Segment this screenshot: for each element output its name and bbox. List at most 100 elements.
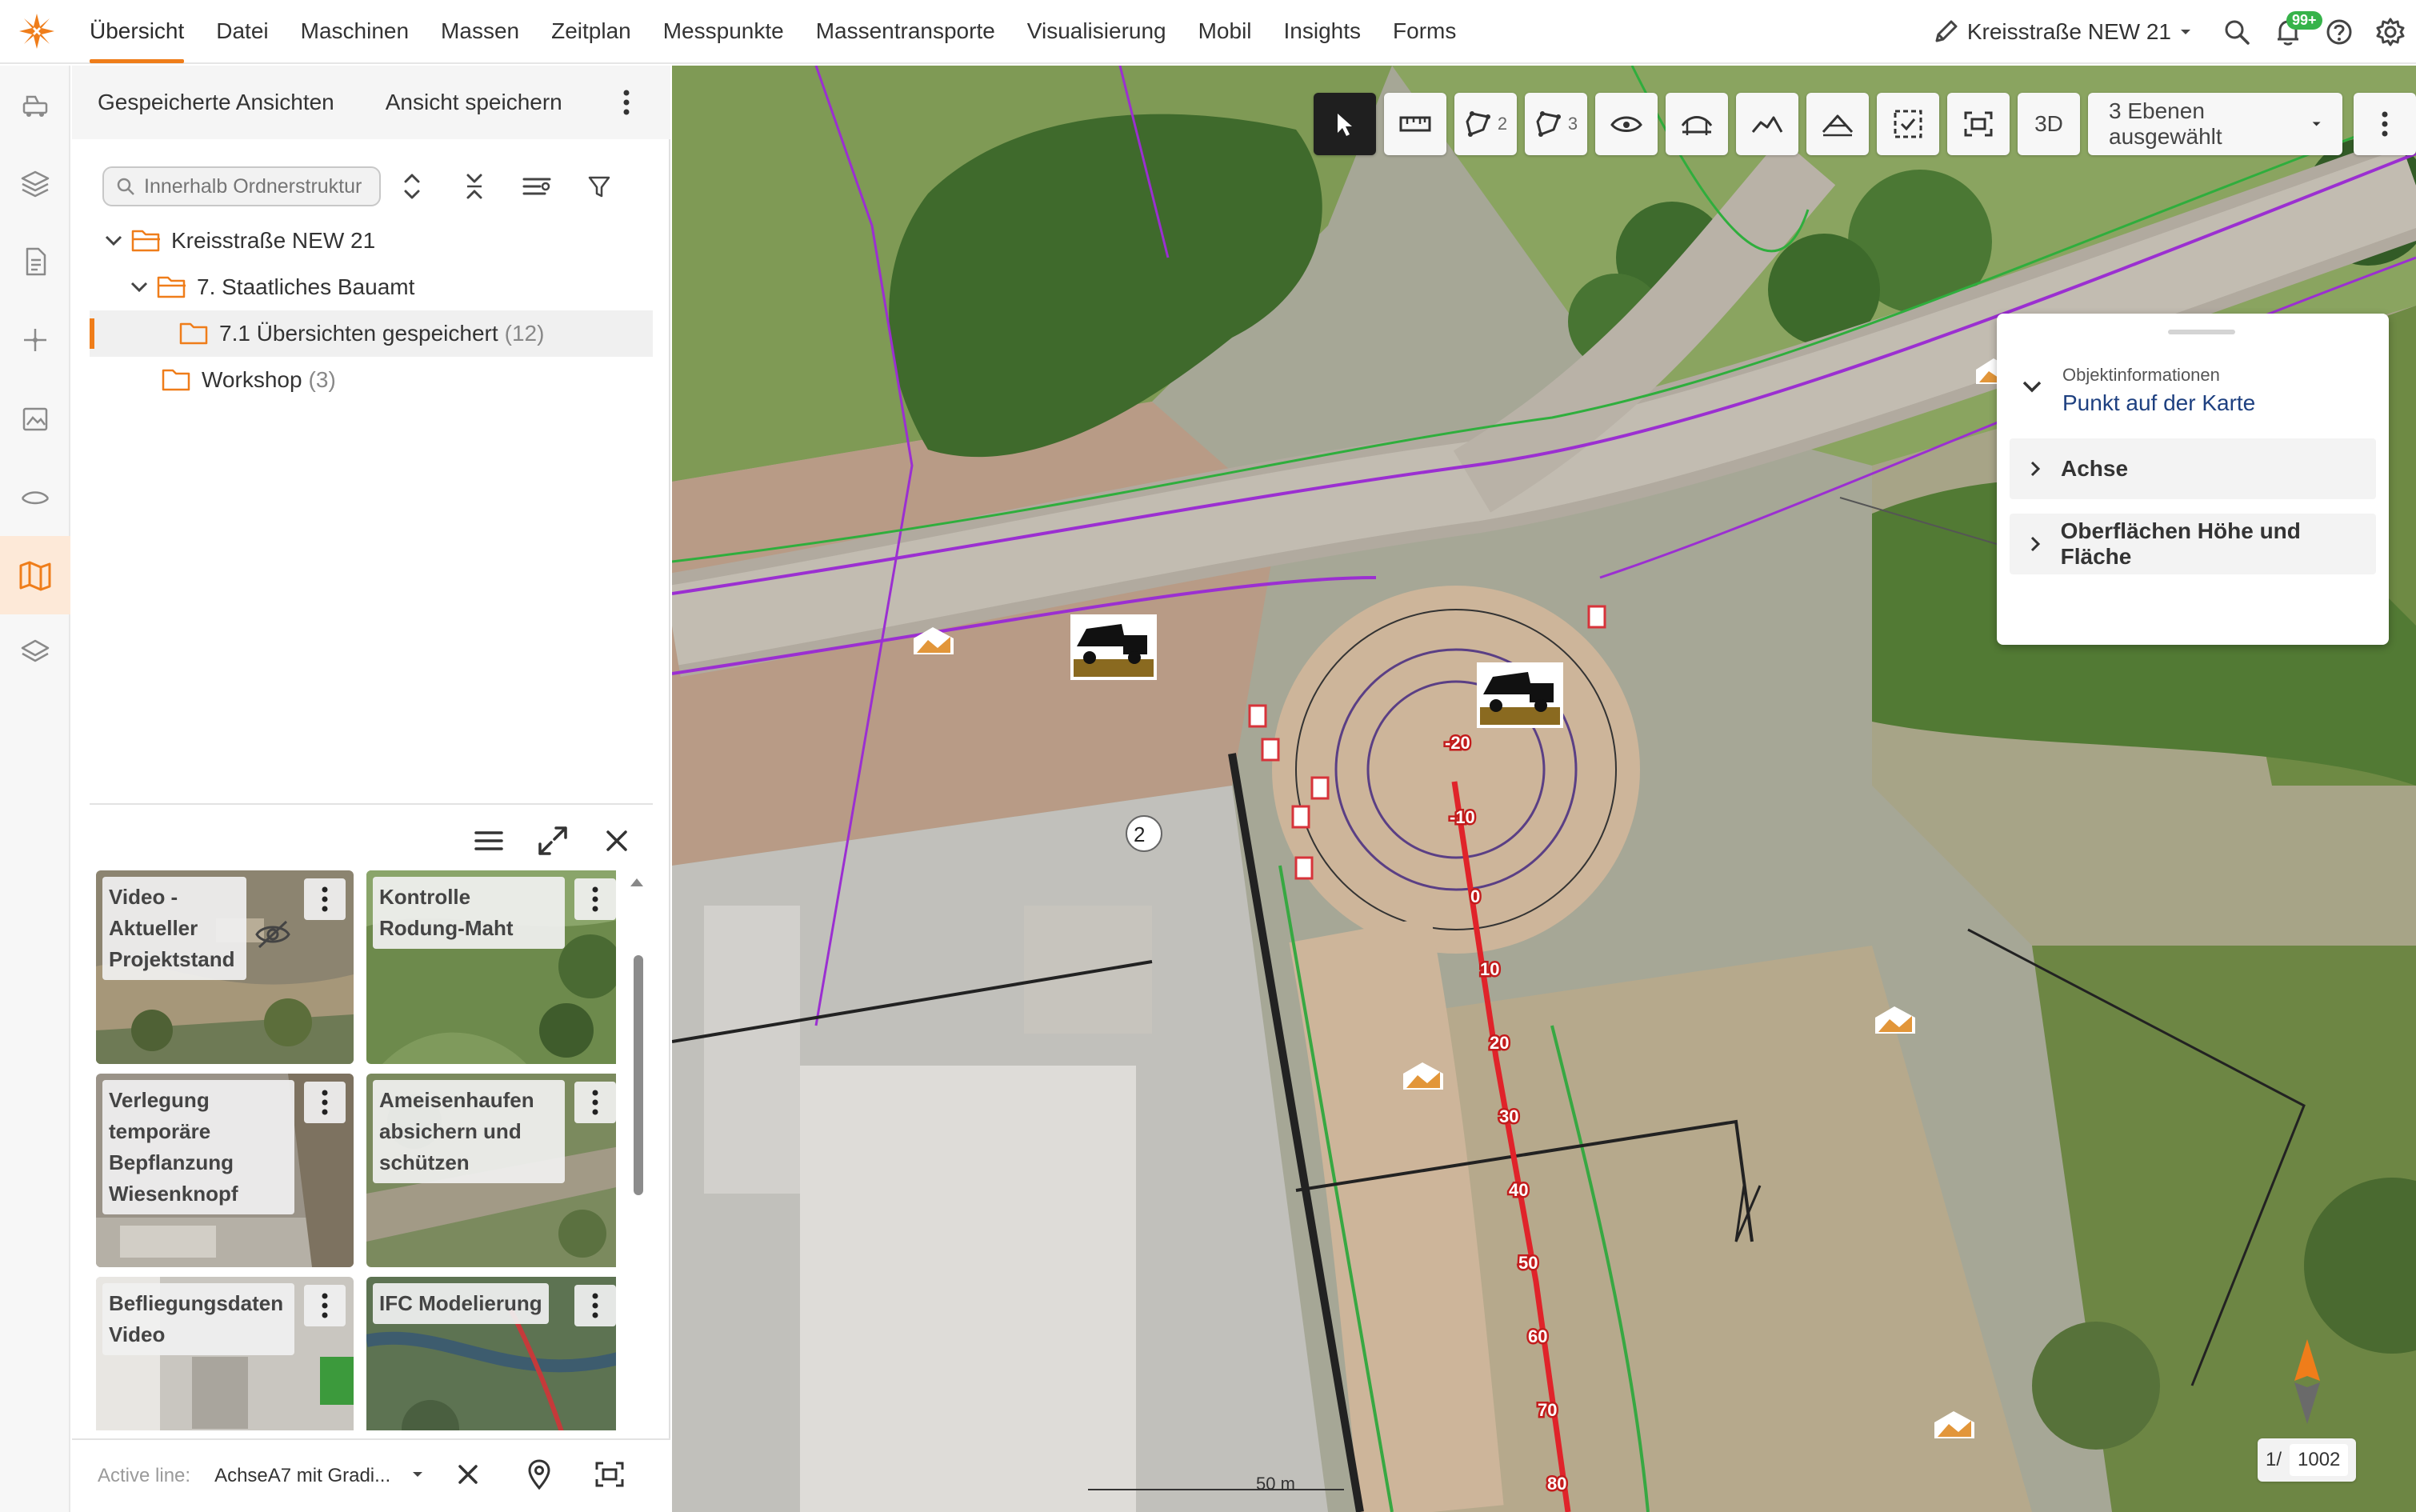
- elevation-button[interactable]: [1806, 93, 1869, 155]
- layers-icon[interactable]: [0, 144, 70, 222]
- chevron-right-icon: [2010, 535, 2061, 553]
- search-input[interactable]: [144, 174, 368, 198]
- card-title: Verlegung temporäre Bepflanzung Wiesenkn…: [102, 1080, 294, 1214]
- list-view-icon[interactable]: [459, 811, 518, 870]
- bell-icon[interactable]: 99+: [2262, 6, 2322, 58]
- card-more-icon[interactable]: [574, 1082, 616, 1123]
- card-more-icon[interactable]: [574, 878, 616, 920]
- close-icon[interactable]: [587, 811, 646, 870]
- section-achse[interactable]: Achse: [2010, 438, 2376, 499]
- map-view[interactable]: -20 -10 0 10 20 30 40 50 60 70 80 2 2 3 …: [672, 66, 2416, 1512]
- nav-item-visualisierung[interactable]: Visualisierung: [1011, 0, 1182, 63]
- tree-item[interactable]: 7. Staatliches Bauamt: [72, 264, 670, 310]
- nav-item-zeitplan[interactable]: Zeitplan: [535, 0, 647, 63]
- aerial-map[interactable]: -20 -10 0 10 20 30 40 50 60 70 80 2: [672, 66, 2416, 1512]
- nav-item-massentransporte[interactable]: Massentransporte: [800, 0, 1011, 63]
- folder-tree: Kreisstraße NEW 21 7. Staatliches Bauamt…: [72, 218, 670, 403]
- map-icon[interactable]: [0, 536, 70, 614]
- compass-icon[interactable]: [2291, 1338, 2323, 1430]
- project-selector[interactable]: Kreisstraße NEW 21: [1932, 18, 2192, 46]
- card-more-icon[interactable]: [304, 878, 346, 920]
- cluster-marker[interactable]: 2: [1126, 815, 1162, 852]
- measure-ruler-button[interactable]: [1384, 93, 1446, 155]
- card-title: IFC Modelierung: [373, 1283, 549, 1324]
- tree-item[interactable]: Kreisstraße NEW 21: [72, 218, 670, 264]
- expand-icon[interactable]: [523, 811, 582, 870]
- location-pin-icon[interactable]: [526, 1458, 552, 1494]
- card-title: Ameisenhaufen absichern und schützen: [373, 1080, 565, 1183]
- object-info-subtitle: Objektinformationen: [2062, 365, 2220, 385]
- polygon-tool-2-button[interactable]: 2: [1454, 93, 1517, 155]
- drag-handle[interactable]: [2168, 330, 2235, 334]
- nav-item-uebersicht[interactable]: Übersicht: [74, 0, 200, 63]
- tree-item[interactable]: Workshop (3): [72, 357, 670, 403]
- section-oberflaechen[interactable]: Oberflächen Höhe und Fläche: [2010, 514, 2376, 574]
- chevron-down-icon[interactable]: [125, 282, 154, 293]
- chevron-right-icon: [2010, 460, 2061, 478]
- saved-view-card[interactable]: IFC Modelierung: [366, 1277, 616, 1430]
- document-icon[interactable]: [0, 222, 70, 301]
- caret-down-icon: [2312, 122, 2321, 126]
- expand-all-icon[interactable]: [381, 166, 443, 206]
- clear-line-icon[interactable]: [456, 1462, 480, 1490]
- saved-view-card[interactable]: Video - Aktueller Projektstand: [96, 870, 354, 1064]
- saved-view-card[interactable]: Verlegung temporäre Bepflanzung Wiesenkn…: [96, 1074, 354, 1267]
- active-line-select[interactable]: AchseA7 mit Gradi...: [214, 1465, 406, 1487]
- image-gallery-icon[interactable]: [0, 379, 70, 458]
- gallery-scrollbar-thumb[interactable]: [634, 955, 643, 1195]
- zoom-to-extent-icon[interactable]: [594, 1460, 626, 1493]
- nav-item-mobil[interactable]: Mobil: [1182, 0, 1268, 63]
- visibility-off-icon[interactable]: [254, 918, 291, 954]
- polygon-tool-2-count: 2: [1497, 114, 1508, 134]
- chevron-down-icon[interactable]: [99, 235, 128, 246]
- tab-save-view[interactable]: Ansicht speichern: [360, 90, 588, 115]
- sort-settings-icon[interactable]: [506, 166, 568, 206]
- cross-section-button[interactable]: [1666, 93, 1728, 155]
- axis-icon[interactable]: [0, 458, 70, 536]
- station-label: 10: [1480, 959, 1499, 979]
- caret-down-icon[interactable]: [411, 1468, 424, 1485]
- gear-icon[interactable]: [2365, 6, 2416, 58]
- tree-item-label: 7. Staatliches Bauamt: [197, 274, 415, 299]
- tab-saved-views[interactable]: Gespeicherte Ansichten: [72, 90, 360, 115]
- panel-more-icon[interactable]: [610, 89, 642, 116]
- stack-layers-icon[interactable]: [0, 614, 70, 693]
- fit-view-button[interactable]: [1947, 93, 2010, 155]
- measure-point-icon[interactable]: [0, 301, 70, 379]
- card-more-icon[interactable]: [304, 1285, 346, 1326]
- card-more-icon[interactable]: [304, 1082, 346, 1123]
- nav-item-massen[interactable]: Massen: [425, 0, 535, 63]
- help-icon[interactable]: [2314, 6, 2365, 58]
- card-more-icon[interactable]: [574, 1285, 616, 1326]
- select-area-button[interactable]: [1877, 93, 1939, 155]
- saved-view-card[interactable]: Befliegungsdaten Video: [96, 1277, 354, 1430]
- toggle-3d-button[interactable]: 3D: [2018, 93, 2080, 155]
- select-tool-button[interactable]: [1314, 93, 1376, 155]
- collapse-all-icon[interactable]: [443, 166, 506, 206]
- nav-item-insights[interactable]: Insights: [1268, 0, 1378, 63]
- object-info-header[interactable]: Objektinformationen Punkt auf der Karte: [2021, 365, 2255, 416]
- tree-item-selected[interactable]: 7.1 Übersichten gespeichert (12): [90, 310, 653, 357]
- tree-item-label: Kreisstraße NEW 21: [171, 228, 376, 253]
- search-icon[interactable]: [2211, 6, 2262, 58]
- nav-item-maschinen[interactable]: Maschinen: [285, 0, 425, 63]
- truck-marker-icon[interactable]: [1477, 662, 1563, 728]
- nav-item-datei[interactable]: Datei: [200, 0, 284, 63]
- photo-pager[interactable]: 1/ 1002: [2258, 1438, 2357, 1482]
- profile-button[interactable]: [1736, 93, 1798, 155]
- axis-tool-button[interactable]: [1595, 93, 1658, 155]
- saved-view-card[interactable]: Kontrolle Rodung-Maht: [366, 870, 616, 1064]
- truck-marker-icon[interactable]: [1070, 614, 1157, 680]
- nav-item-messpunkte[interactable]: Messpunkte: [647, 0, 800, 63]
- nav-item-forms[interactable]: Forms: [1377, 0, 1472, 63]
- filter-icon[interactable]: [568, 166, 630, 206]
- search-box: [102, 166, 381, 206]
- machines-icon[interactable]: [0, 66, 70, 144]
- map-more-icon[interactable]: [2354, 93, 2416, 155]
- station-label: 20: [1490, 1033, 1509, 1053]
- app-logo-icon[interactable]: [0, 0, 74, 63]
- layers-select[interactable]: 3 Ebenen ausgewählt: [2088, 93, 2342, 155]
- chevron-down-icon[interactable]: [2021, 379, 2043, 395]
- polygon-tool-3-button[interactable]: 3: [1525, 93, 1587, 155]
- saved-view-card[interactable]: Ameisenhaufen absichern und schützen: [366, 1074, 616, 1267]
